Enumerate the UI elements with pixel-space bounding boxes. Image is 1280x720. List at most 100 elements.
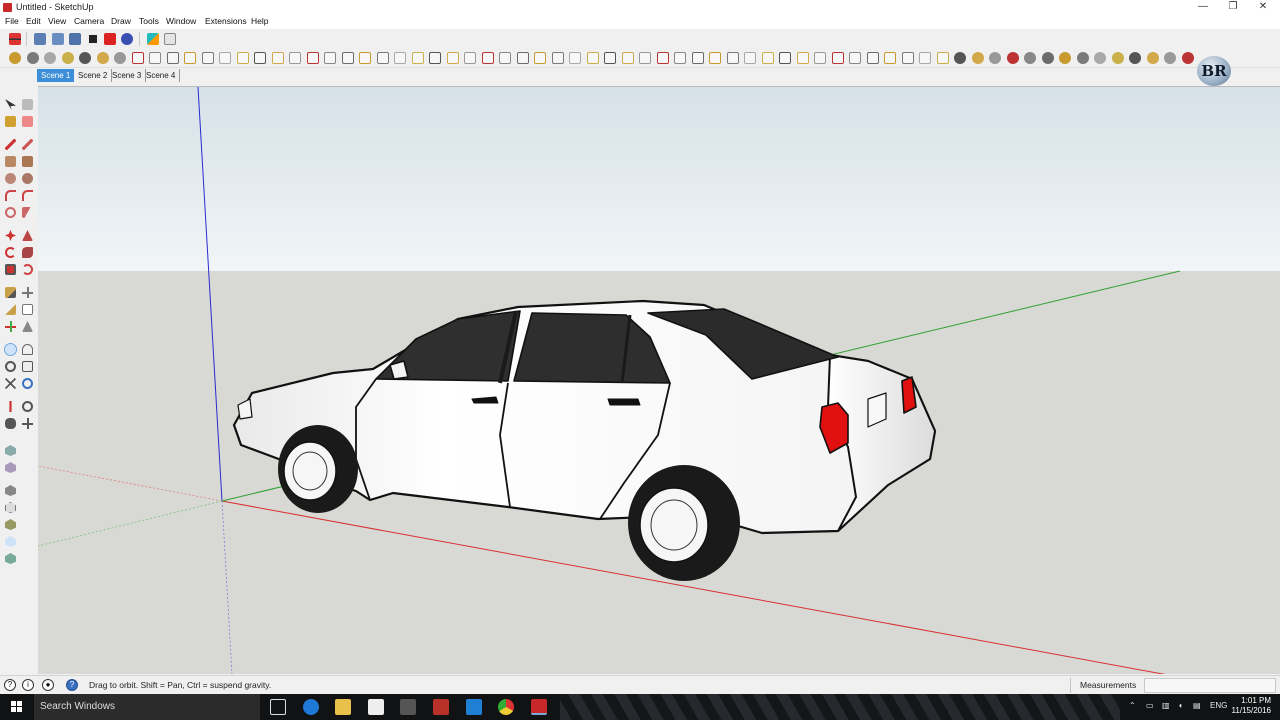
style-tool-icon[interactable] bbox=[831, 52, 844, 64]
draw-tool-icon[interactable] bbox=[1111, 52, 1124, 64]
construction-tool-icon[interactable] bbox=[1164, 52, 1176, 64]
three-point-arc-icon[interactable] bbox=[5, 207, 16, 218]
camera-tool-icon[interactable] bbox=[44, 52, 56, 64]
style-tool-icon[interactable] bbox=[656, 52, 669, 64]
orbit-icon[interactable] bbox=[4, 343, 17, 356]
network-icon[interactable]: ▥ bbox=[1162, 701, 1170, 710]
camera-tool-icon[interactable] bbox=[569, 52, 581, 64]
flip-edge-icon[interactable] bbox=[5, 553, 16, 564]
drape-icon[interactable] bbox=[5, 519, 16, 530]
store-icon[interactable] bbox=[368, 699, 384, 715]
share-model-icon[interactable] bbox=[52, 33, 64, 45]
axes-icon[interactable] bbox=[5, 321, 16, 332]
instructor-help-icon[interactable]: ? bbox=[66, 679, 78, 691]
style-tool-icon[interactable] bbox=[481, 52, 494, 64]
sandbox-tool-icon[interactable] bbox=[341, 52, 354, 64]
geolocation-icon[interactable]: ? bbox=[4, 679, 16, 691]
previous-view-icon[interactable] bbox=[22, 378, 33, 389]
standard-tool-icon[interactable] bbox=[534, 52, 546, 64]
style-tool-icon[interactable] bbox=[131, 52, 144, 64]
app-icon[interactable] bbox=[433, 699, 449, 715]
push-pull-icon[interactable] bbox=[22, 230, 33, 241]
principal-tool-icon[interactable] bbox=[971, 52, 984, 64]
zoom-extents-icon[interactable] bbox=[5, 378, 16, 389]
polygon-icon[interactable] bbox=[22, 173, 33, 184]
start-button[interactable] bbox=[0, 694, 34, 720]
task-view-icon[interactable] bbox=[270, 699, 286, 715]
edit-tool-icon[interactable] bbox=[954, 52, 966, 64]
pan-icon[interactable] bbox=[22, 344, 33, 355]
solid-tool-icon[interactable] bbox=[674, 52, 686, 64]
style-tool-icon[interactable] bbox=[306, 52, 319, 64]
menu-tools[interactable]: Tools bbox=[139, 16, 159, 26]
view-tool-icon[interactable] bbox=[376, 52, 389, 64]
clock-time[interactable]: 1:01 PM bbox=[1237, 696, 1271, 705]
sandbox-tool-icon[interactable] bbox=[166, 52, 179, 64]
edit-tool-icon[interactable] bbox=[1129, 52, 1141, 64]
user-account-icon[interactable]: ● bbox=[42, 679, 54, 691]
sketchup-taskbar-icon[interactable] bbox=[531, 699, 547, 715]
rotate-icon[interactable] bbox=[5, 247, 16, 258]
menu-file[interactable]: File bbox=[5, 16, 19, 26]
construction-tool-icon[interactable] bbox=[639, 52, 651, 64]
edit-tool-icon[interactable] bbox=[779, 52, 791, 64]
circle-icon[interactable] bbox=[5, 173, 16, 184]
offset-icon[interactable] bbox=[22, 264, 33, 275]
window-icon[interactable] bbox=[466, 699, 482, 715]
section-plane-icon[interactable] bbox=[22, 418, 33, 429]
style-tool-icon[interactable] bbox=[1006, 52, 1019, 64]
move-cursor-icon[interactable] bbox=[164, 33, 176, 45]
standard-tool-icon[interactable] bbox=[709, 52, 721, 64]
styles-icon[interactable] bbox=[121, 33, 133, 45]
standard-tool-icon[interactable] bbox=[359, 52, 371, 64]
tab-scene-2[interactable]: Scene 2 bbox=[74, 69, 113, 82]
minimize-button[interactable]: — bbox=[1188, 0, 1218, 15]
draw-tool-icon[interactable] bbox=[586, 52, 599, 64]
standard-tool-icon[interactable] bbox=[184, 52, 196, 64]
tape-measure-icon[interactable] bbox=[5, 287, 16, 298]
view-tool-icon[interactable] bbox=[201, 52, 214, 64]
tab-scene-4[interactable]: Scene 4 bbox=[142, 69, 181, 82]
add-detail-icon[interactable] bbox=[5, 536, 16, 547]
construction-tool-icon[interactable] bbox=[814, 52, 826, 64]
menu-extensions[interactable]: Extensions bbox=[205, 16, 247, 26]
principal-tool-icon[interactable] bbox=[1146, 52, 1159, 64]
draw-tool-icon[interactable] bbox=[236, 52, 249, 64]
paint-bucket-icon[interactable] bbox=[5, 116, 16, 127]
taskbar-search-box[interactable]: Search Windows bbox=[34, 694, 260, 720]
construction-tool-icon[interactable] bbox=[289, 52, 301, 64]
menu-camera[interactable]: Camera bbox=[74, 16, 104, 26]
clock-date[interactable]: 11/15/2016 bbox=[1230, 706, 1271, 715]
measurements-input[interactable] bbox=[1144, 678, 1276, 693]
3d-text-icon[interactable] bbox=[22, 321, 33, 332]
select-arrow-icon[interactable] bbox=[5, 99, 16, 110]
extension-warehouse-icon[interactable] bbox=[69, 33, 81, 45]
view-tool-icon[interactable] bbox=[901, 52, 914, 64]
standard-tool-icon[interactable] bbox=[1059, 52, 1071, 64]
text-icon[interactable] bbox=[22, 304, 33, 315]
solid-tool-icon[interactable] bbox=[1024, 52, 1036, 64]
sandbox-from-scratch-icon[interactable] bbox=[5, 462, 16, 473]
component-icon[interactable] bbox=[22, 99, 33, 110]
walk-icon[interactable] bbox=[5, 418, 16, 429]
play-icon[interactable] bbox=[87, 33, 99, 45]
draw-tool-icon[interactable] bbox=[61, 52, 74, 64]
principal-tool-icon[interactable] bbox=[621, 52, 634, 64]
menu-edit[interactable]: Edit bbox=[26, 16, 41, 26]
freehand-icon[interactable] bbox=[22, 139, 33, 150]
edit-tool-icon[interactable] bbox=[254, 52, 266, 64]
style-tool-icon[interactable] bbox=[1181, 52, 1194, 64]
camera-tool-icon[interactable] bbox=[219, 52, 231, 64]
edge-icon[interactable] bbox=[303, 699, 319, 715]
view-tool-icon[interactable] bbox=[1076, 52, 1089, 64]
protractor-icon[interactable] bbox=[5, 304, 16, 315]
chrome-icon[interactable] bbox=[498, 699, 514, 715]
camera-tool-icon[interactable] bbox=[1094, 52, 1106, 64]
edit-tool-icon[interactable] bbox=[429, 52, 441, 64]
draw-tool-icon[interactable] bbox=[411, 52, 424, 64]
follow-me-icon[interactable] bbox=[22, 247, 33, 258]
sandbox-tool-icon[interactable] bbox=[1041, 52, 1054, 64]
tab-scene-3[interactable]: Scene 3 bbox=[108, 69, 147, 82]
pie-icon[interactable] bbox=[22, 207, 33, 218]
rotated-rectangle-icon[interactable] bbox=[22, 156, 33, 167]
